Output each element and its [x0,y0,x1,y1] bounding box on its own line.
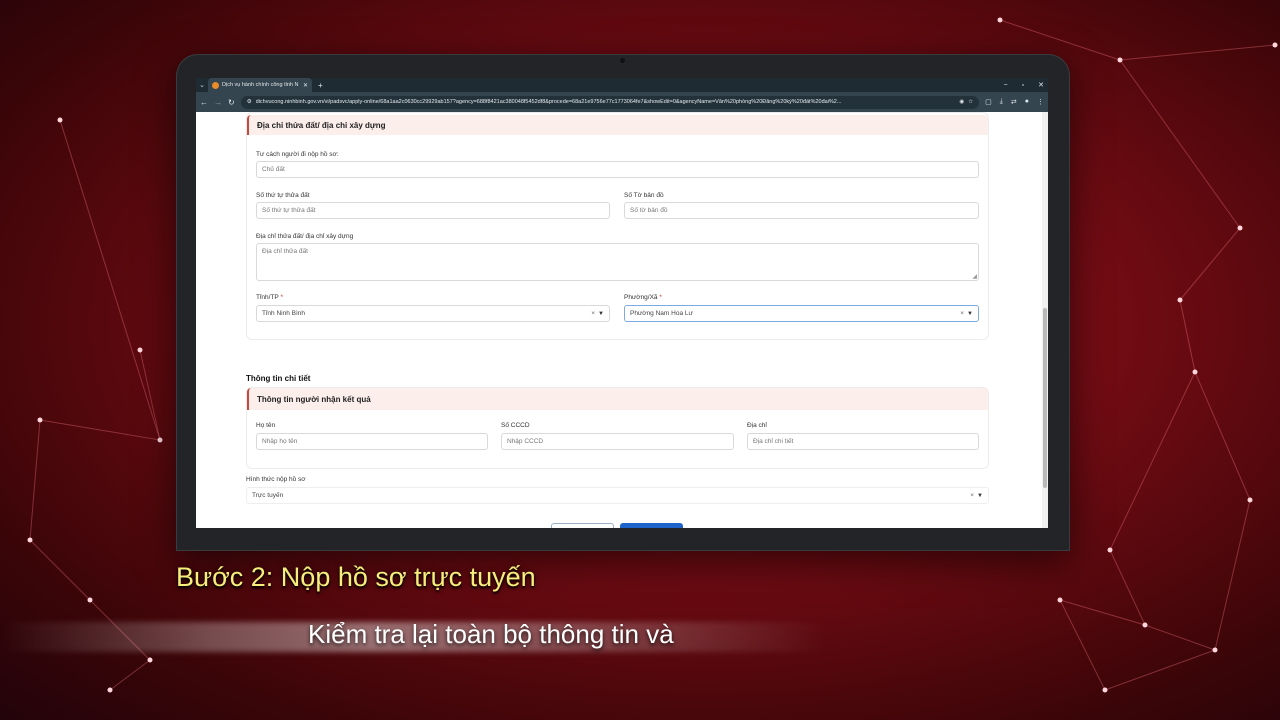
chevron-down-icon[interactable]: ▼ [598,311,604,317]
submit-method-value: Trực tuyến [252,492,284,499]
translate-icon[interactable]: ⇄ [1011,98,1017,106]
scrollbar[interactable] [1042,112,1048,528]
forward-icon[interactable]: → [214,98,222,107]
map-sheet-placeholder: Số tờ bản đồ [630,207,668,214]
province-label: Tỉnh/TP * [256,294,283,301]
browser-tab[interactable]: Dịch vụ hành chính công tỉnh N ✕ [208,78,312,92]
name-placeholder: Nhập họ tên [262,438,298,445]
menu-icon[interactable]: ⋮ [1037,98,1044,106]
recipient-address-input[interactable]: Địa chỉ chi tiết [747,433,979,450]
scrollbar-thumb[interactable] [1043,308,1047,488]
parcel-number-placeholder: Số thứ tự thửa đất [262,207,316,214]
id-input[interactable]: Nhập CCCD [501,433,734,450]
site-favicon-icon [212,81,219,89]
url-text: dichvucong.ninhbinh.gov.vn/vi/padsvc/app… [255,99,842,105]
chevron-down-icon[interactable]: ▼ [977,493,983,499]
reload-icon[interactable]: ↻ [228,98,235,107]
applicant-role-value: Chủ đất [262,166,285,173]
url-field[interactable]: ⚙ dichvucong.ninhbinh.gov.vn/vi/padsvc/a… [240,95,980,109]
name-input[interactable]: Nhập họ tên [256,433,488,450]
extensions-icon[interactable]: ▢ [985,98,992,106]
parcel-number-input[interactable]: Số thứ tự thửa đất [256,202,610,219]
land-address-label: Địa chỉ thửa đất/ địa chỉ xây dựng [256,233,354,240]
back-button[interactable] [551,523,614,528]
tab-search-icon[interactable]: ⌄ [196,81,208,89]
map-sheet-label: Số Tờ bản đồ [624,192,664,199]
minimize-icon[interactable]: − [1004,82,1008,89]
section-title: Thông tin chi tiết [246,374,311,383]
recipient-card: Thông tin người nhận kết quả [246,387,989,469]
name-label: Họ tên [256,422,276,429]
form-page: Địa chỉ thửa đất/ địa chỉ xây dựng Tư cá… [196,112,1042,528]
parcel-number-label: Số thứ tự thửa đất [256,192,310,199]
webcam-dot [620,58,625,63]
submit-button[interactable] [620,523,683,528]
back-icon[interactable]: ← [200,98,208,107]
tab-bar: ⌄ Dịch vụ hành chính công tỉnh N ✕ + − ▫… [196,78,1048,92]
clear-icon[interactable]: × [960,310,964,317]
bookmark-star-icon[interactable]: ☆ [968,99,973,105]
id-placeholder: Nhập CCCD [507,438,544,445]
clear-icon[interactable]: × [970,492,974,499]
profile-icon[interactable]: ● [1025,98,1029,106]
applicant-role-label: Tư cách người đi nộp hồ sơ: [256,151,339,158]
chevron-down-icon[interactable]: ▼ [967,311,973,317]
new-tab-icon[interactable]: + [318,81,323,90]
subtitle-caption: Kiểm tra lại toàn bộ thông tin và [308,619,674,649]
site-info-icon[interactable]: ⚙ [247,99,252,105]
card-header: Địa chỉ thửa đất/ địa chỉ xây dựng [247,115,988,135]
ward-label: Phường/Xã * [624,294,662,301]
maximize-icon[interactable]: ▫ [1022,82,1024,89]
browser-window: ⌄ Dịch vụ hành chính công tỉnh N ✕ + − ▫… [196,78,1048,528]
address-bar-row: ← → ↻ ⚙ dichvucong.ninhbinh.gov.vn/vi/pa… [196,92,1048,112]
download-icon[interactable]: ⤓ [1000,98,1003,106]
province-select[interactable]: Tỉnh Ninh Bình × ▼ [256,305,610,322]
card-header: Thông tin người nhận kết quả [247,388,988,410]
step-caption: Bước 2: Nộp hồ sơ trực tuyến [176,562,536,592]
applicant-role-field[interactable]: Chủ đất [256,161,979,178]
close-window-icon[interactable]: ✕ [1038,81,1044,89]
tab-title: Dịch vụ hành chính công tỉnh N [222,82,299,88]
submit-method-label: Hình thức nộp hồ sơ [246,476,306,483]
recipient-address-placeholder: Địa chỉ chi tiết [753,438,794,445]
tab-close-icon[interactable]: ✕ [303,82,308,89]
land-address-textarea[interactable]: Địa chỉ thửa đất ◢ [256,243,979,281]
ward-value: Phường Nam Hoa Lư [630,310,693,317]
submit-method-select[interactable]: Trực tuyến × ▼ [246,487,989,504]
eye-off-icon[interactable]: ◉ [959,99,964,105]
province-value: Tỉnh Ninh Bình [262,310,305,317]
recipient-address-label: Địa chỉ [747,422,767,429]
land-address-placeholder: Địa chỉ thửa đất [262,248,308,255]
clear-icon[interactable]: × [591,310,595,317]
map-sheet-input[interactable]: Số tờ bản đồ [624,202,979,219]
resize-handle-icon[interactable]: ◢ [972,273,977,280]
ward-select[interactable]: Phường Nam Hoa Lư × ▼ [624,305,979,322]
id-label: Số CCCD [501,422,530,429]
